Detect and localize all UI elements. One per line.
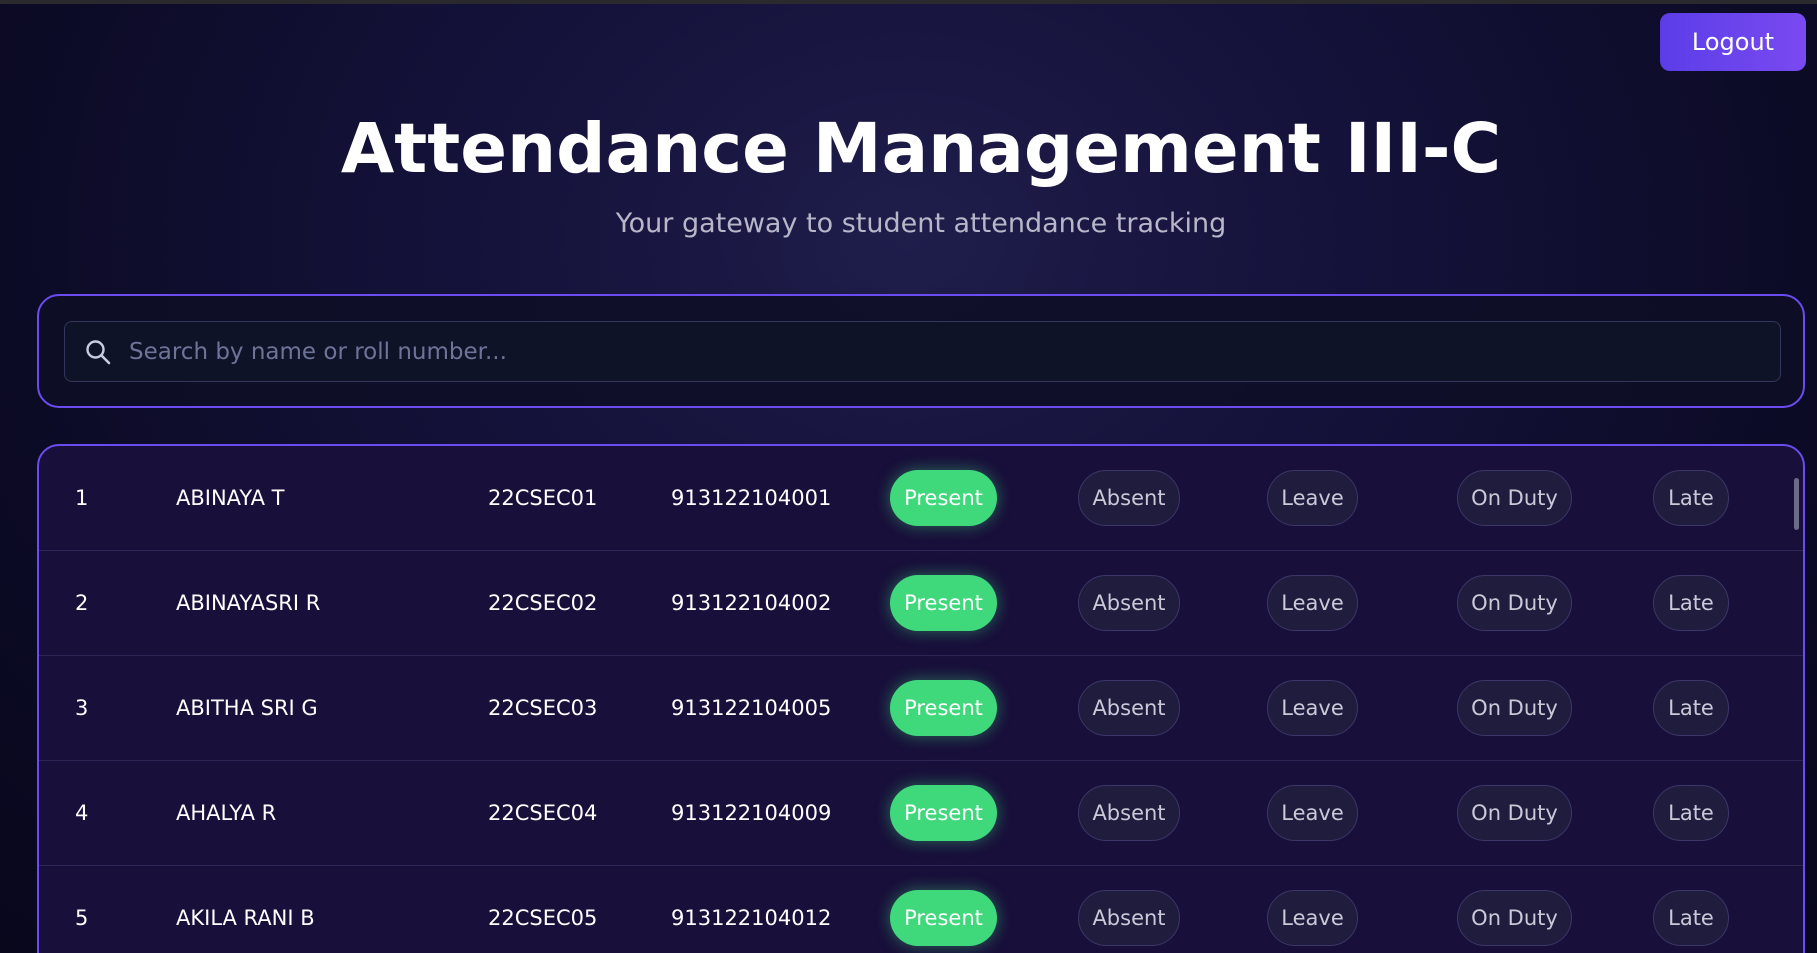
serial-number: 3 [75,696,89,720]
present-button[interactable]: Present [890,785,997,841]
logout-button[interactable]: Logout [1660,13,1806,71]
leave-button[interactable]: Leave [1267,470,1358,526]
roll-number: 913122104009 [671,801,832,825]
on-duty-button[interactable]: On Duty [1457,575,1572,631]
register-code: 22CSEC05 [488,906,598,930]
register-code: 22CSEC01 [488,486,598,510]
absent-button[interactable]: Absent [1078,890,1180,946]
leave-button[interactable]: Leave [1267,890,1358,946]
table-row: 4 AHALYA R 22CSEC04 913122104009 Present… [39,761,1803,866]
table-row: 2 ABINAYASRI R 22CSEC02 913122104002 Pre… [39,551,1803,656]
search-icon [83,337,113,367]
roll-number: 913122104002 [671,591,832,615]
search-input[interactable] [127,321,1780,382]
on-duty-button[interactable]: On Duty [1457,890,1572,946]
table-row: 1 ABINAYA T 22CSEC01 913122104001 Presen… [39,446,1803,551]
roll-number: 913122104005 [671,696,832,720]
on-duty-button[interactable]: On Duty [1457,680,1572,736]
student-name: AKILA RANI B [176,906,315,930]
late-button[interactable]: Late [1653,680,1729,736]
student-name: AHALYA R [176,801,277,825]
absent-button[interactable]: Absent [1078,680,1180,736]
late-button[interactable]: Late [1653,470,1729,526]
serial-number: 1 [75,486,89,510]
leave-button[interactable]: Leave [1267,680,1358,736]
absent-button[interactable]: Absent [1078,785,1180,841]
present-button[interactable]: Present [890,680,997,736]
student-table: 1 ABINAYA T 22CSEC01 913122104001 Presen… [37,444,1805,953]
on-duty-button[interactable]: On Duty [1457,785,1572,841]
serial-number: 4 [75,801,89,825]
page-subtitle: Your gateway to student attendance track… [615,208,1227,239]
register-code: 22CSEC02 [488,591,598,615]
leave-button[interactable]: Leave [1267,575,1358,631]
search-panel [37,294,1805,408]
table-row: 3 ABITHA SRI G 22CSEC03 913122104005 Pre… [39,656,1803,761]
present-button[interactable]: Present [890,890,997,946]
page-title: Attendance Management III-C [340,109,1502,189]
present-button[interactable]: Present [890,470,997,526]
register-code: 22CSEC03 [488,696,598,720]
student-name: ABITHA SRI G [176,696,318,720]
late-button[interactable]: Late [1653,785,1729,841]
serial-number: 5 [75,906,89,930]
student-name: ABINAYASRI R [176,591,321,615]
student-name: ABINAYA T [176,486,285,510]
roll-number: 913122104012 [671,906,832,930]
roll-number: 913122104001 [671,486,832,510]
window-top-border [0,0,1817,4]
late-button[interactable]: Late [1653,890,1729,946]
leave-button[interactable]: Leave [1267,785,1358,841]
absent-button[interactable]: Absent [1078,470,1180,526]
late-button[interactable]: Late [1653,575,1729,631]
search-box[interactable] [64,321,1781,382]
table-row: 5 AKILA RANI B 22CSEC05 913122104012 Pre… [39,866,1803,953]
register-code: 22CSEC04 [488,801,598,825]
serial-number: 2 [75,591,89,615]
present-button[interactable]: Present [890,575,997,631]
absent-button[interactable]: Absent [1078,575,1180,631]
on-duty-button[interactable]: On Duty [1457,470,1572,526]
